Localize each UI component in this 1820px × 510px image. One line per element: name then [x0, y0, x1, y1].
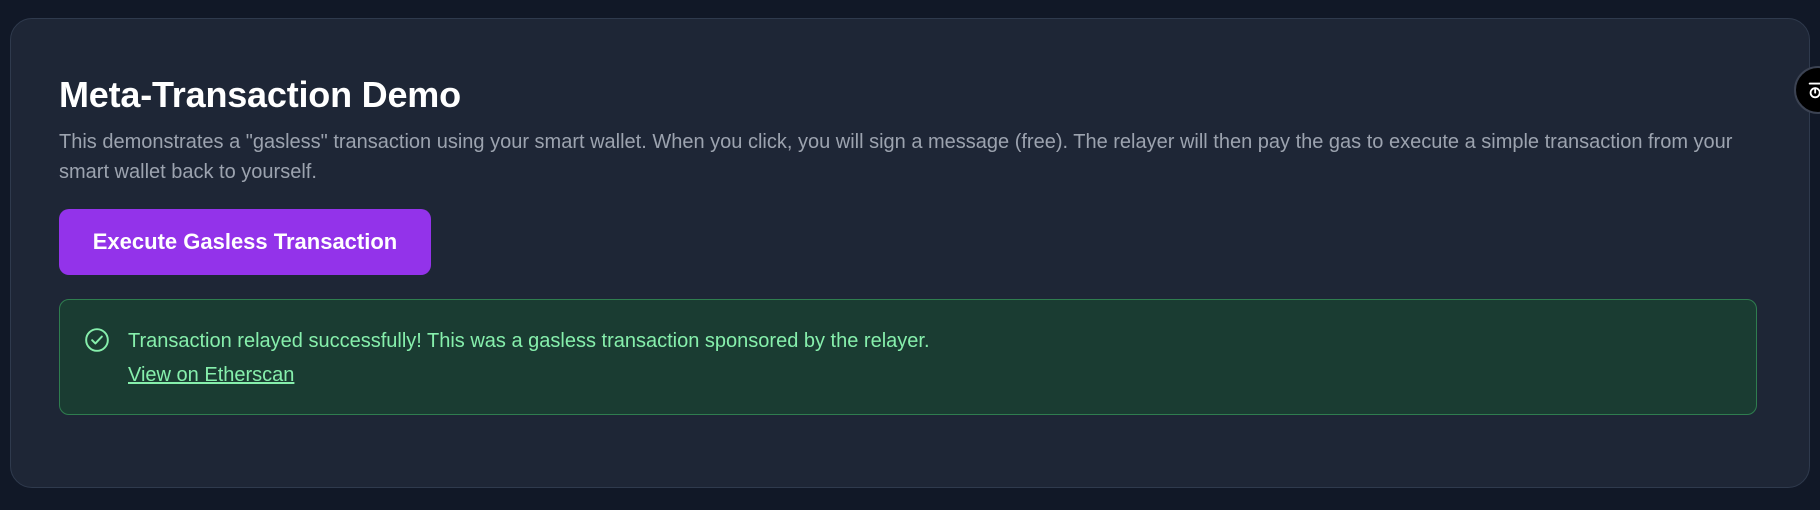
view-on-etherscan-link[interactable]: View on Etherscan	[128, 360, 930, 390]
demo-description: This demonstrates a "gasless" transactio…	[59, 131, 1733, 183]
page-title: Meta-Transaction Demo	[59, 74, 461, 115]
meta-transaction-card: Meta-Transaction Demo This demonstrates …	[10, 18, 1810, 488]
success-alert: Transaction relayed successfully! This w…	[59, 299, 1757, 415]
execute-gasless-transaction-button[interactable]: Execute Gasless Transaction	[59, 209, 431, 275]
toolbar-toggle-icon	[1808, 82, 1820, 99]
check-circle-icon	[85, 328, 109, 352]
page: Meta-Transaction Demo This demonstrates …	[0, 0, 1820, 510]
success-message: Transaction relayed successfully! This w…	[128, 330, 930, 352]
alert-body: Transaction relayed successfully! This w…	[128, 326, 930, 390]
